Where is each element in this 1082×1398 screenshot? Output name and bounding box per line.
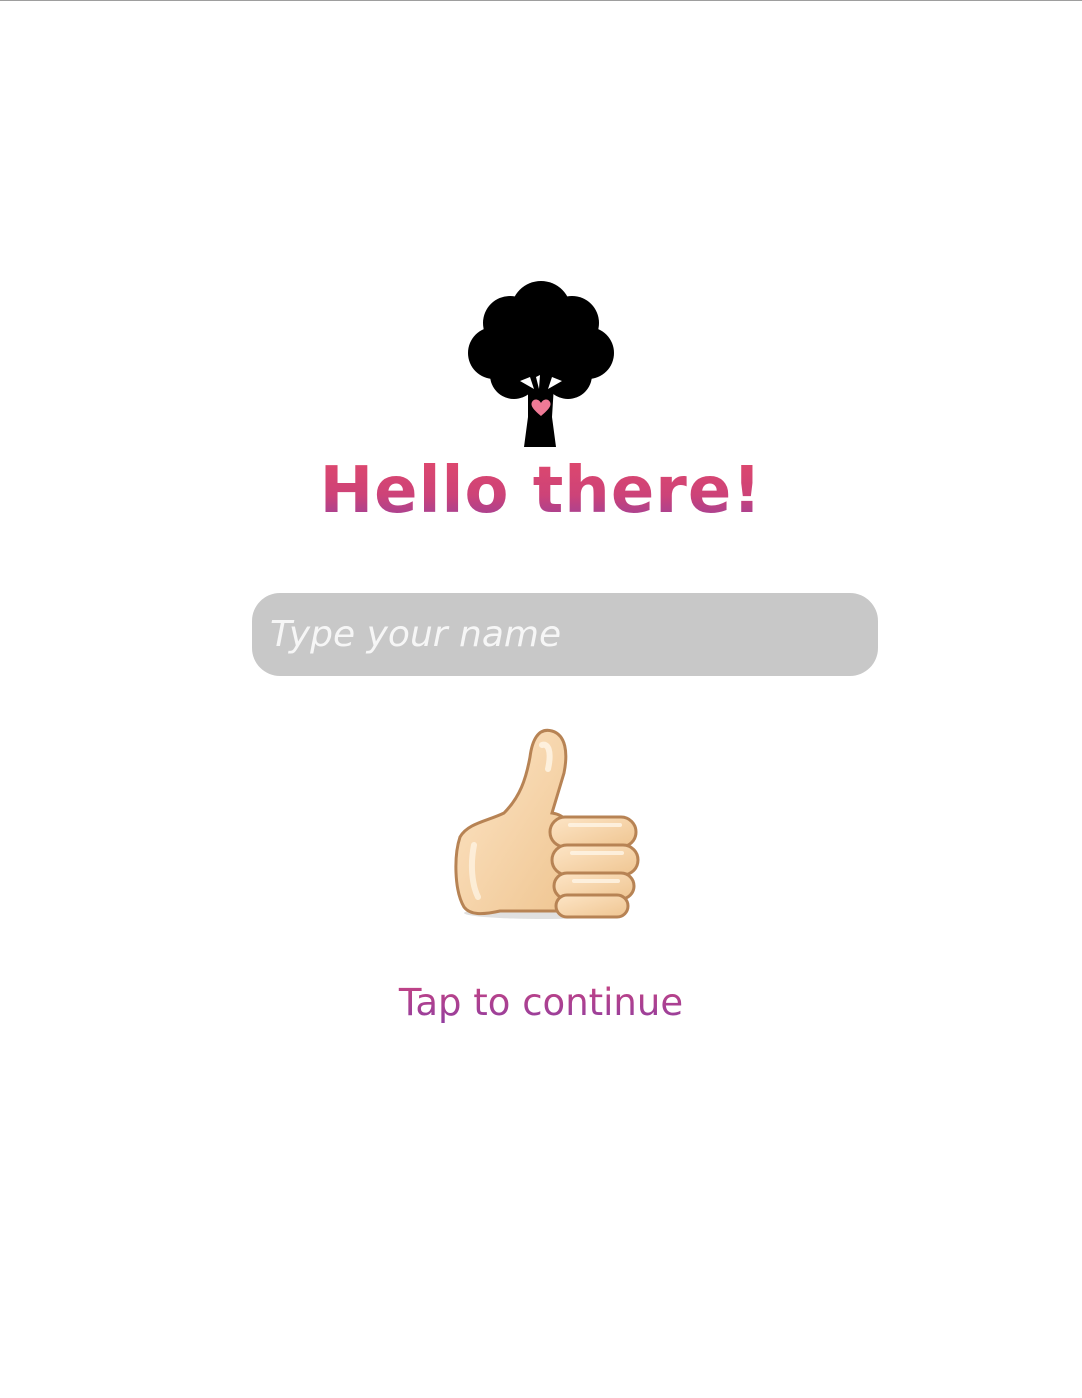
thumbs-up-icon xyxy=(454,728,640,919)
name-input[interactable] xyxy=(252,593,878,676)
thumbs-up-button[interactable] xyxy=(440,725,644,925)
name-field-container xyxy=(252,593,878,676)
tap-to-continue-link[interactable]: Tap to continue xyxy=(0,979,1082,1027)
tree-heart-icon xyxy=(456,277,626,453)
welcome-screen: Hello there! Type your name Tap to conti… xyxy=(0,0,1082,1398)
greeting-title: Hello there! xyxy=(0,449,1082,533)
